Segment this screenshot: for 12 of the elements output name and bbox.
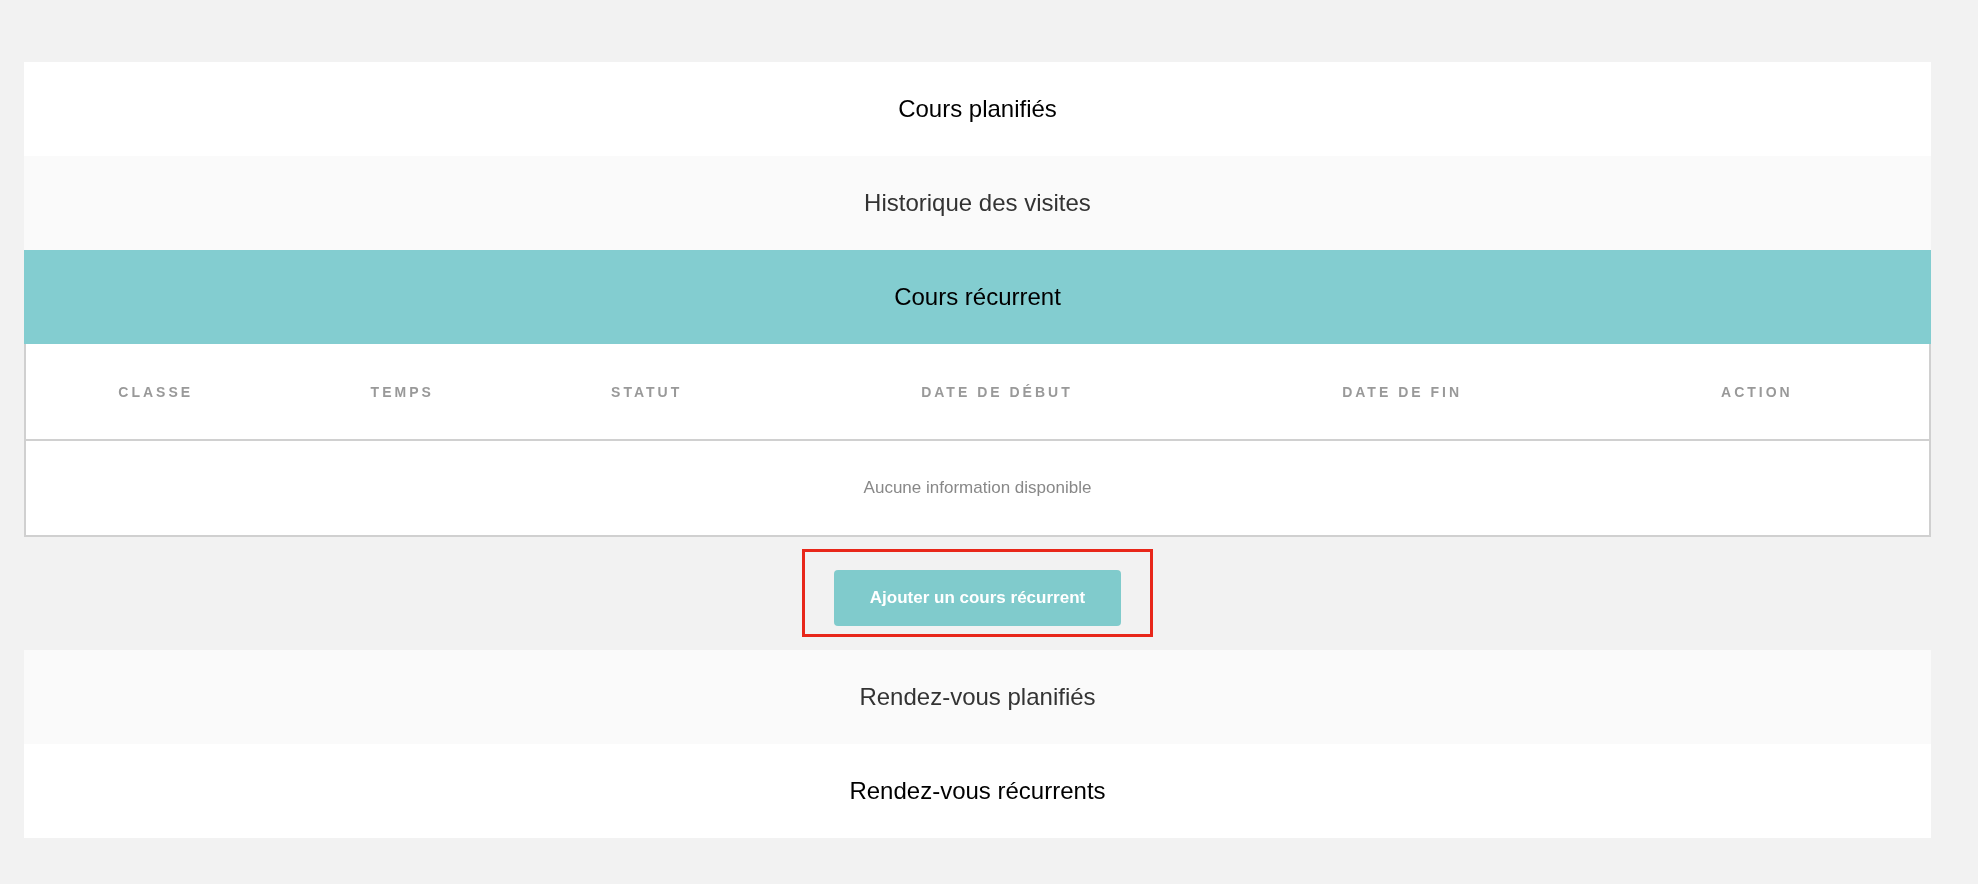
column-header: ACTION xyxy=(1720,382,1794,402)
accordion-header[interactable]: Cours récurrent xyxy=(24,250,1931,344)
accordion-header[interactable]: Rendez-vous récurrents xyxy=(24,744,1931,838)
accordion-header[interactable]: Historique des visites xyxy=(24,156,1931,250)
column-header: STATUT xyxy=(610,382,684,402)
column-header: DATE DE FIN xyxy=(1341,382,1464,402)
accordion-header[interactable]: Rendez-vous planifiés xyxy=(24,650,1931,744)
accordion-header[interactable]: Cours planifiés xyxy=(24,62,1931,156)
column-header: DATE DE DÉBUT xyxy=(920,382,1074,402)
column-header: TEMPS xyxy=(369,382,435,402)
column-header: CLASSE xyxy=(117,382,195,402)
empty-message: Aucune information disponible xyxy=(863,478,1092,498)
